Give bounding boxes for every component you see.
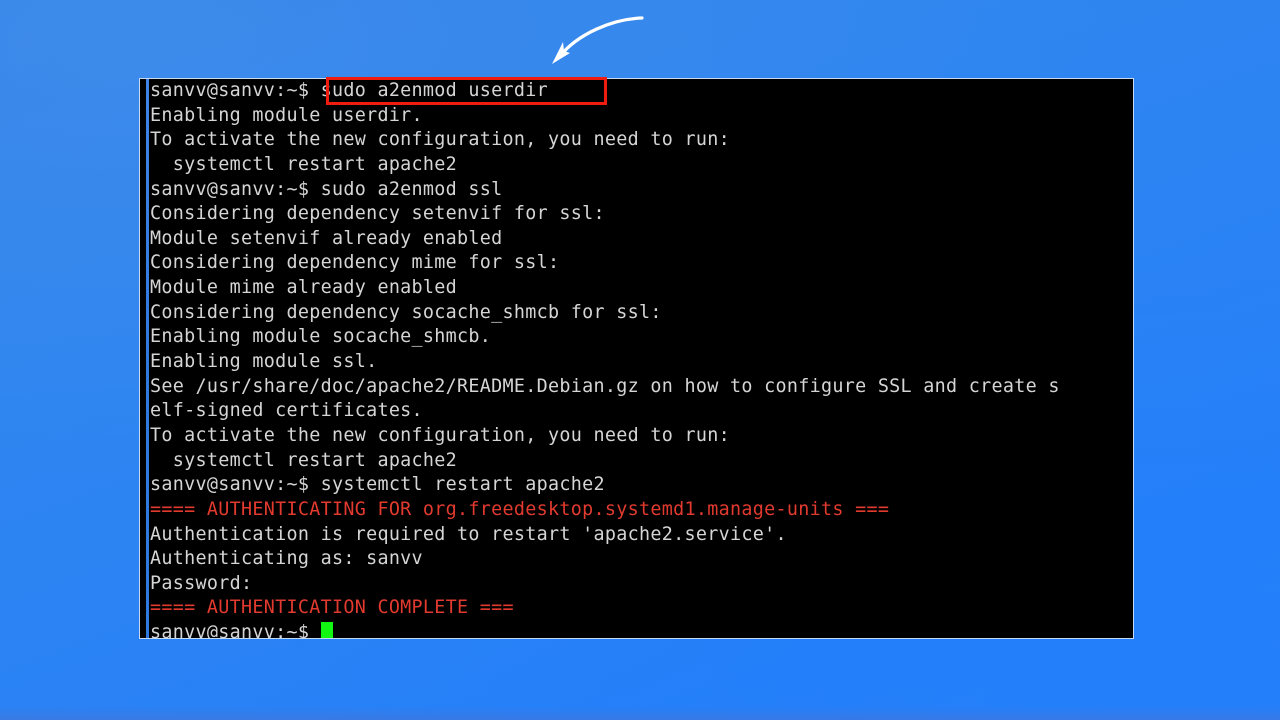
terminal-line: To activate the new configuration, you n… [150,129,730,151]
terminal-line: systemctl restart apache2 [150,449,458,471]
screenshot-root: sanvv@sanvv:~$ sudo a2enmod userdir Enab… [0,0,1280,720]
terminal-output-area[interactable]: sanvv@sanvv:~$ sudo a2enmod userdir Enab… [150,79,1133,638]
terminal-line: Considering dependency socache_shmcb for… [150,301,662,323]
terminal-line-auth-complete: ==== AUTHENTICATION COMPLETE === [150,597,514,619]
desktop-background-band [0,706,1280,720]
terminal-line: sanvv@sanvv:~$ sudo a2enmod userdir [150,80,549,101]
terminal-left-rail [146,79,149,638]
terminal-line: Authentication is required to restart 'a… [150,523,787,545]
terminal-line: sanvv@sanvv:~$ systemctl restart apache2 [150,474,605,496]
terminal-line: Considering dependency setenvif for ssl: [150,203,605,225]
annotation-arrow-icon [552,16,644,64]
terminal-window[interactable]: sanvv@sanvv:~$ sudo a2enmod userdir Enab… [140,79,1133,638]
terminal-line: Enabling module userdir. [150,104,423,126]
terminal-line: To activate the new configuration, you n… [150,424,730,446]
terminal-line-password-prompt: Password: [150,572,253,594]
terminal-cursor [320,622,333,638]
terminal-line: elf-signed certificates. [150,400,423,422]
terminal-prompt-text: sanvv@sanvv:~$ [150,622,321,638]
terminal-line: See /usr/share/doc/apache2/README.Debian… [150,375,1060,397]
terminal-line: systemctl restart apache2 [150,153,458,175]
terminal-line-auth-start: ==== AUTHENTICATING FOR org.freedesktop.… [150,498,890,520]
terminal-line: Module setenvif already enabled [150,227,503,249]
terminal-line: Authenticating as: sanvv [150,548,423,570]
terminal-line: Enabling module ssl. [150,351,378,373]
terminal-line: Considering dependency mime for ssl: [150,252,560,274]
terminal-prompt-line[interactable]: sanvv@sanvv:~$ [150,621,1133,638]
terminal-line: Enabling module socache_shmcb. [150,326,492,348]
terminal-line: sanvv@sanvv:~$ sudo a2enmod ssl [150,178,503,200]
terminal-line: Module mime already enabled [150,277,458,299]
